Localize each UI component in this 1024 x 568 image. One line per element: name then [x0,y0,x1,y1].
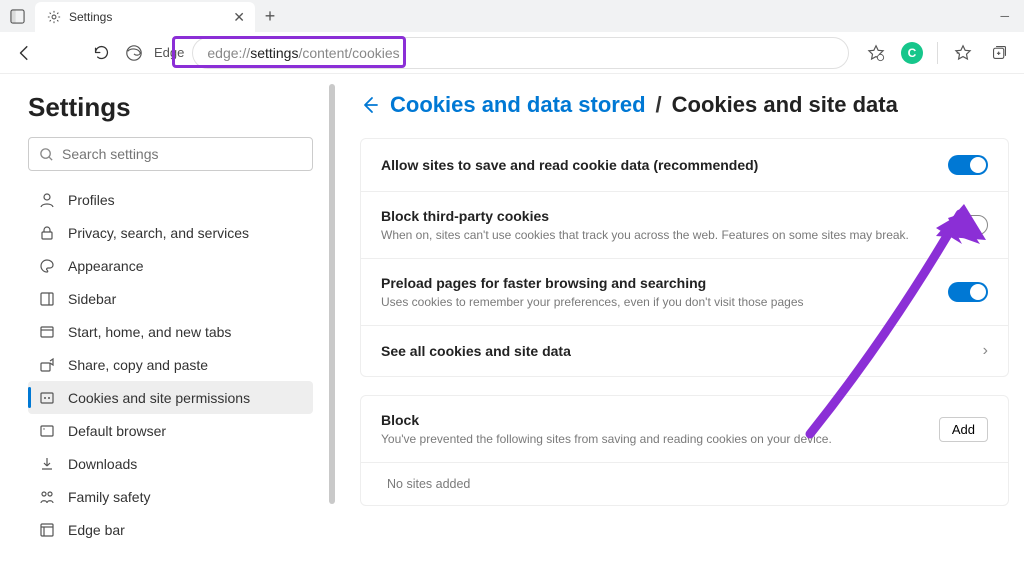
browser-tab[interactable]: Settings ✕ [35,2,255,32]
page-surface: Settings Profiles Privacy, search, and s… [0,74,1024,568]
rewards-icon[interactable]: C [895,36,929,70]
palette-icon [38,258,56,274]
setting-preload: Preload pages for faster browsing and se… [361,258,1008,325]
sidebar-scrollbar[interactable] [329,74,337,568]
nav-family[interactable]: Family safety [28,480,313,513]
lock-icon [38,225,56,241]
see-all-cookies-link[interactable]: See all cookies and site data › [361,325,1008,376]
breadcrumb: Cookies and data stored / Cookies and si… [360,92,1009,118]
new-tab-button[interactable]: + [255,6,285,27]
download-icon [38,456,56,472]
block-empty-message: No sites added [361,462,1008,505]
breadcrumb-back-icon[interactable] [360,95,380,115]
cookie-settings-card: Allow sites to save and read cookie data… [360,138,1009,377]
close-tab-icon[interactable]: ✕ [233,9,245,26]
setting-block-third-party: Block third-party cookies When on, sites… [361,191,1008,258]
block-section-card: Block You've prevented the following sit… [360,395,1009,506]
toolbar-divider [937,42,938,64]
search-input[interactable] [62,146,302,162]
favorites-icon[interactable] [946,36,980,70]
settings-sidebar: Settings Profiles Privacy, search, and s… [28,92,313,546]
sidebar-icon [38,291,56,307]
browser-icon [38,423,56,439]
family-icon [38,489,56,505]
chevron-right-icon: › [983,342,988,360]
toggle-block-third-party[interactable] [948,215,988,235]
nav-profiles[interactable]: Profiles [28,183,313,216]
browser-toolbar: Edge edge://settings/content/cookies C [0,32,1024,74]
settings-nav: Profiles Privacy, search, and services A… [28,183,313,546]
share-icon [38,357,56,373]
favorites-star-icon[interactable] [859,36,893,70]
profile-icon [38,192,56,208]
nav-appearance[interactable]: Appearance [28,249,313,282]
add-blocked-site-button[interactable]: Add [939,417,988,442]
window-controls: ─ [1000,9,1024,23]
nav-sidebar[interactable]: Sidebar [28,282,313,315]
site-identity-label: Edge [154,45,184,60]
nav-start[interactable]: Start, home, and new tabs [28,315,313,348]
address-bar[interactable]: edge://settings/content/cookies [192,37,849,69]
nav-downloads[interactable]: Downloads [28,447,313,480]
title-bar: Settings ✕ + ─ [0,0,1024,32]
gear-icon [47,10,61,24]
cookie-icon [38,390,56,406]
refresh-button[interactable] [84,36,118,70]
search-settings[interactable] [28,137,313,171]
breadcrumb-current: Cookies and site data [672,92,898,118]
tab-actions-icon[interactable] [0,9,35,24]
setting-allow-cookies: Allow sites to save and read cookie data… [361,139,1008,191]
nav-privacy[interactable]: Privacy, search, and services [28,216,313,249]
page-title: Settings [28,92,313,123]
nav-cookies[interactable]: Cookies and site permissions [28,381,313,414]
tab-title: Settings [69,10,225,24]
toggle-preload[interactable] [948,282,988,302]
nav-share[interactable]: Share, copy and paste [28,348,313,381]
back-button[interactable] [8,36,42,70]
tab-icon [38,324,56,340]
search-icon [39,147,54,162]
nav-edge-bar[interactable]: Edge bar [28,513,313,546]
edge-logo-icon [122,36,146,70]
settings-content: Cookies and data stored / Cookies and si… [360,92,1009,524]
block-section-header: Block You've prevented the following sit… [361,396,1008,462]
minimize-icon[interactable]: ─ [1000,9,1009,23]
collections-icon[interactable] [982,36,1016,70]
breadcrumb-link[interactable]: Cookies and data stored [390,92,646,118]
toggle-allow-cookies[interactable] [948,155,988,175]
nav-default-browser[interactable]: Default browser [28,414,313,447]
edgebar-icon [38,522,56,538]
